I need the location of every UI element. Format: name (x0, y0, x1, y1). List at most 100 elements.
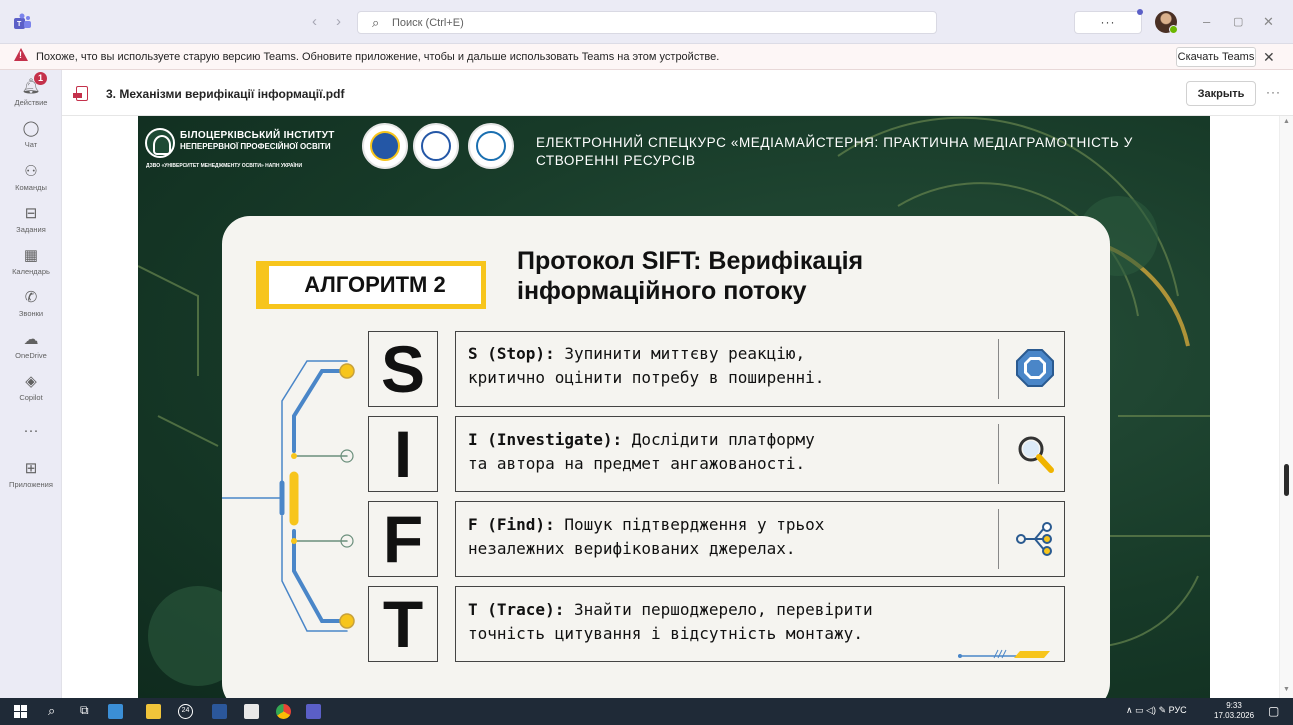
rail-item-chat[interactable]: ◯ Чат (0, 120, 62, 149)
search-input[interactable]: ⌕ Поиск (Ctrl+E) (357, 11, 937, 34)
rail-label: Приложения (9, 480, 53, 489)
more-options-button[interactable]: ··· (1074, 11, 1142, 34)
step-term: S (Stop): (468, 344, 555, 363)
rail-label: Чат (24, 140, 38, 149)
apps-icon: ⊞ (24, 460, 38, 477)
rail-label: Copilot (19, 393, 43, 402)
restore-icon[interactable]: ▢ (1233, 15, 1243, 28)
rail-label: Календарь (12, 267, 50, 276)
scroll-down-icon[interactable]: ▼ (1283, 686, 1290, 693)
warning-icon (14, 48, 28, 61)
language-indicator[interactable]: РУС (1169, 705, 1187, 715)
step-term: I (Investigate): (468, 430, 623, 449)
media-app-icon[interactable] (108, 704, 123, 719)
institute-name: БІЛОЦЕРКІВСЬКИЙ ІНСТИТУТ (180, 130, 335, 141)
more-options-icon[interactable]: ··· (1266, 85, 1281, 99)
institute-subtitle: ДЗВО «УНІВЕРСИТЕТ МЕНЕДЖМЕНТУ ОСВІТИ» НА… (146, 163, 303, 169)
protocol-title-line2: інформаційного потоку (517, 277, 807, 305)
more-icon: ··· (23, 422, 39, 439)
rail-label: Команды (15, 183, 47, 192)
activity-badge: 1 (34, 72, 47, 85)
rail-item-more[interactable]: ··· (0, 422, 62, 440)
rail-label: Действие (14, 98, 48, 107)
search-icon[interactable]: ⌕ (48, 703, 55, 719)
letter-t: T (382, 587, 424, 661)
rail-item-calendar[interactable]: ▦ Календарь (0, 247, 62, 276)
rail-item-copilot[interactable]: ◈ Copilot (0, 373, 62, 402)
chat-icon: ◯ (22, 120, 40, 137)
step-line2: та автора на предмет ангажованості. (468, 454, 806, 473)
pen-icon[interactable]: ✎ (1159, 705, 1167, 715)
scroll-thumb[interactable] (1284, 464, 1289, 496)
step-text-find: F (Find): Пошук підтвердження у трьох не… (468, 513, 1008, 561)
rail-item-activity[interactable]: 🔔︎ Действие (0, 78, 62, 107)
rail-item-assignments[interactable]: ⊟ Задания (0, 205, 62, 234)
letter-i: I (393, 417, 413, 491)
app-rail: 🔔︎ Действие ◯ Чат ⚇ Команды ⊟ Задания ▦ … (0, 70, 62, 698)
notifications-icon[interactable]: ▢ (1268, 704, 1279, 718)
rail-item-onedrive[interactable]: ☁︎ OneDrive (0, 331, 62, 360)
phone-icon: ✆ (24, 289, 38, 306)
letter-s: S (380, 332, 426, 406)
rail-item-calls[interactable]: ✆ Звонки (0, 289, 62, 318)
teams-logo-icon[interactable]: T (12, 13, 32, 31)
step-term: F (Find): (468, 515, 555, 534)
update-warning-banner: Похоже, что вы используете старую версию… (0, 44, 1293, 70)
copilot-icon: ◈ (25, 373, 37, 390)
task-view-icon[interactable]: ⧉ (80, 703, 89, 718)
notification-dot (1137, 9, 1143, 15)
step-line1: Дослідити платформу (622, 430, 815, 449)
protocol-title: Протокол SIFT: Верифікація інформаційног… (517, 246, 997, 306)
step-line1: Зупинити миттєву реакцію, (554, 344, 806, 363)
sift-connector-diagram (222, 360, 355, 632)
trace-accent-icon (958, 649, 1050, 659)
minimize-icon[interactable]: – (1203, 14, 1210, 29)
rail-item-apps[interactable]: ⊞ Приложения (0, 460, 62, 489)
file-name: 3. Механізми верифікації інформації.pdf (106, 87, 345, 101)
download-teams-button[interactable]: Скачать Teams (1176, 47, 1256, 67)
search-placeholder: Поиск (Ctrl+E) (392, 17, 464, 29)
badge-24-icon[interactable]: 24 (178, 704, 193, 719)
back-arrow-icon[interactable]: ‹ (312, 13, 317, 30)
network-icon[interactable]: ▭ (1135, 705, 1144, 715)
close-window-icon[interactable]: ✕ (1263, 14, 1274, 30)
volume-icon[interactable]: ◁) (1146, 705, 1156, 715)
row-divider (998, 339, 999, 399)
partner-logo-1 (362, 123, 408, 169)
step-line2: критично оцінити потребу в поширенні. (468, 368, 825, 387)
close-file-button[interactable]: Закрыть (1186, 81, 1256, 106)
row-divider (998, 424, 999, 484)
windows-start-icon[interactable] (14, 705, 27, 718)
rail-label: Задания (16, 225, 46, 234)
forward-arrow-icon[interactable]: › (336, 13, 341, 30)
partner-logo-3 (468, 123, 514, 169)
scroll-up-icon[interactable]: ▲ (1283, 118, 1290, 125)
chrome-icon[interactable] (276, 704, 291, 719)
row-divider (998, 509, 999, 569)
branch-icon (1016, 522, 1052, 556)
close-icon[interactable]: ✕ (1263, 49, 1275, 66)
stop-octagon-icon (1016, 349, 1054, 387)
teams-taskbar-icon[interactable] (306, 704, 321, 719)
chevron-up-icon[interactable]: ∧ (1126, 705, 1133, 715)
banner-message: Похоже, что вы используете старую версию… (36, 51, 720, 63)
vertical-scrollbar[interactable]: ▲ ▼ (1279, 116, 1293, 698)
clock[interactable]: 9:33 17.03.2026 (1214, 701, 1254, 721)
file-header: 3. Механізми верифікації інформації.pdf … (62, 70, 1293, 116)
step-text-trace: T (Trace): Знайти першоджерело, перевіри… (468, 598, 1008, 646)
pdf-page: БІЛОЦЕРКІВСЬКИЙ ІНСТИТУТ НЕПЕРЕРВНОЇ ПРО… (138, 116, 1210, 698)
system-tray[interactable]: ∧ ▭ ◁) ✎ РУС (1126, 705, 1187, 716)
calendar-icon: ▦ (23, 247, 39, 264)
notes-app-icon[interactable] (244, 704, 259, 719)
file-explorer-icon[interactable] (146, 704, 161, 719)
step-line2: незалежних верифікованих джерелах. (468, 539, 796, 558)
rail-item-teams[interactable]: ⚇ Команды (0, 163, 62, 192)
letter-f: F (382, 502, 424, 576)
document-viewer[interactable]: БІЛОЦЕРКІВСЬКИЙ ІНСТИТУТ НЕПЕРЕРВНОЇ ПРО… (62, 116, 1293, 698)
svg-text:T: T (17, 21, 22, 28)
windows-taskbar: ⌕ ⧉ 24 ∧ ▭ ◁) ✎ РУС 9:33 17.03.2026 ▢ (0, 698, 1293, 725)
step-line2: точність цитування і відсутність монтажу… (468, 624, 863, 643)
word-icon[interactable] (212, 704, 227, 719)
rail-label: Звонки (18, 309, 44, 318)
partner-logo-2 (413, 123, 459, 169)
